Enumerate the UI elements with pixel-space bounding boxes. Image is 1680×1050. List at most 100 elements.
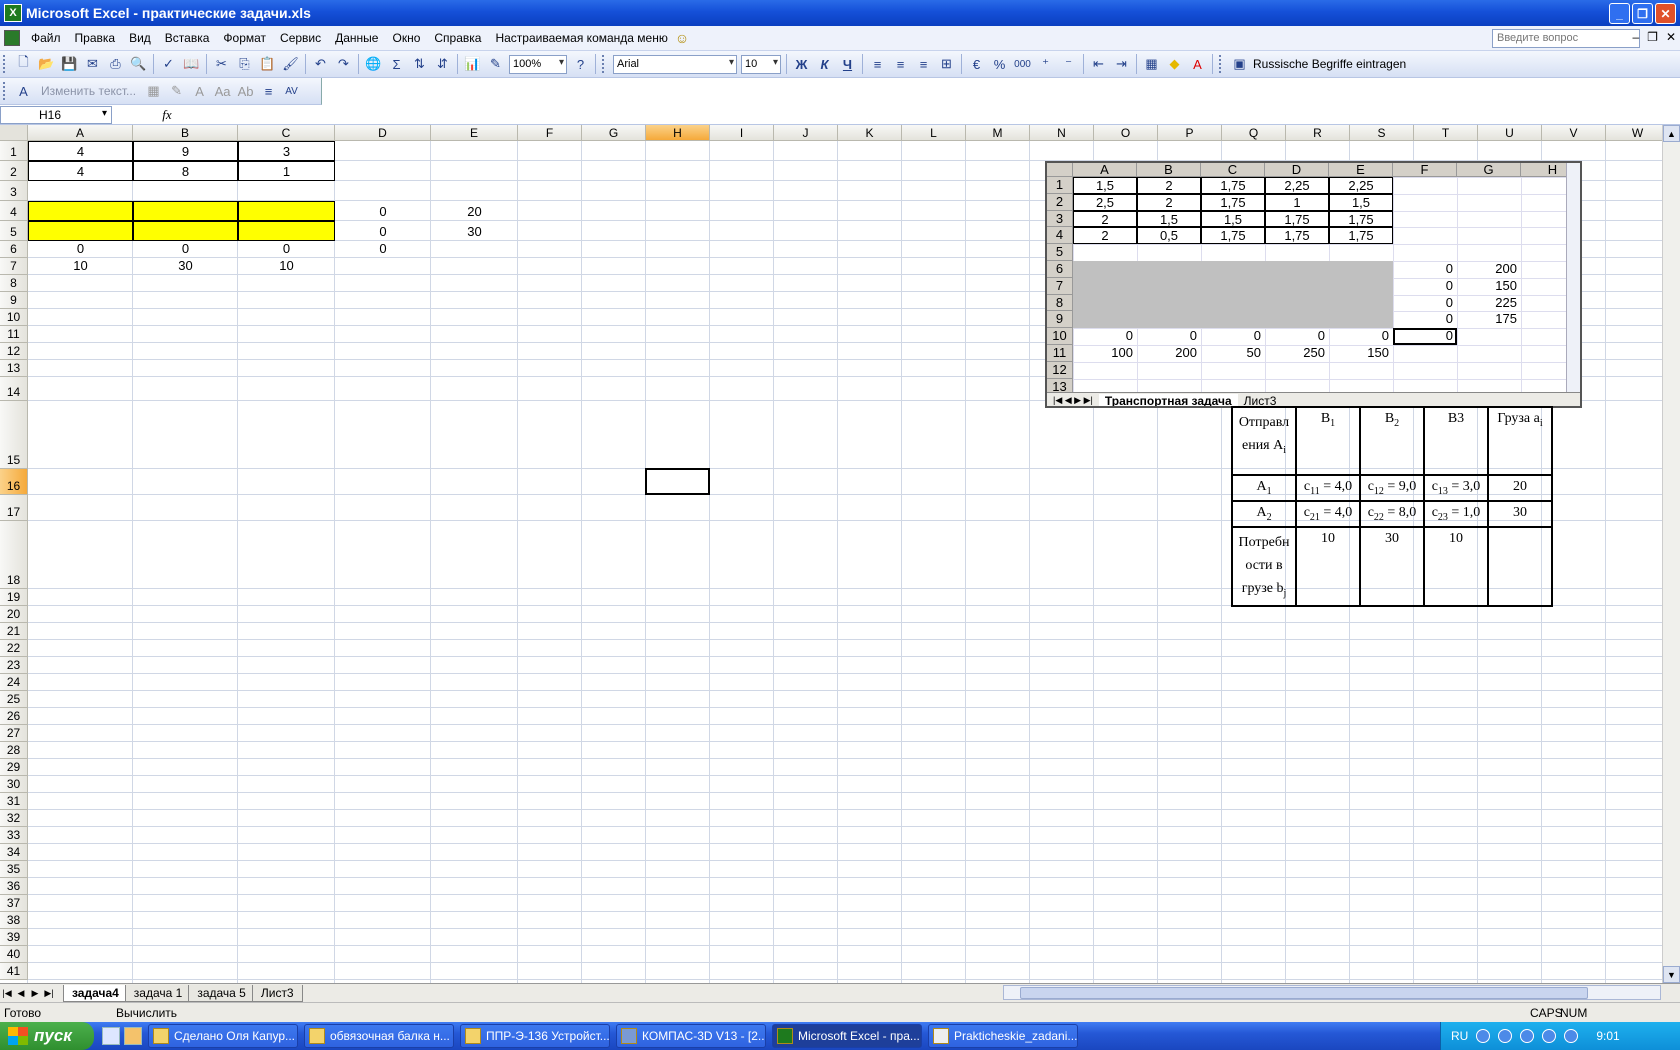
column-header-G[interactable]: G: [582, 125, 646, 141]
formula-input[interactable]: [182, 106, 1680, 124]
highlight-cell[interactable]: [238, 221, 335, 241]
cell-C6[interactable]: 0: [238, 241, 335, 257]
same-letter-heights-icon[interactable]: Aa: [211, 80, 234, 102]
print-preview-icon[interactable]: 🔍: [127, 53, 150, 75]
menu-file[interactable]: Файл: [24, 31, 68, 45]
cell-B6[interactable]: 0: [133, 241, 238, 257]
tab-list3[interactable]: Лист3: [251, 984, 303, 1002]
align-left-icon[interactable]: ≡: [866, 53, 889, 75]
last-sheet-icon[interactable]: ▶|: [42, 988, 56, 999]
tray-icon-5[interactable]: [1564, 1029, 1579, 1043]
wordart-gallery-icon[interactable]: ▦: [142, 80, 165, 102]
cell-C7[interactable]: 10: [238, 258, 335, 274]
column-header-T[interactable]: T: [1414, 125, 1478, 141]
column-header-C[interactable]: C: [238, 125, 335, 141]
restore-button[interactable]: ❐: [1632, 3, 1653, 24]
tab-zadacha5[interactable]: задача 5: [188, 984, 255, 1002]
highlight-cell[interactable]: [28, 201, 133, 221]
align-center-icon[interactable]: ≡: [889, 53, 912, 75]
row-header-28[interactable]: 28: [0, 742, 28, 759]
undo-icon[interactable]: ↶: [309, 53, 332, 75]
sort-desc-icon[interactable]: ⇵: [431, 53, 454, 75]
save-icon[interactable]: 💾: [58, 53, 81, 75]
toolbar-grip-4[interactable]: [3, 82, 7, 100]
column-header-V[interactable]: V: [1542, 125, 1606, 141]
highlight-cell[interactable]: [133, 201, 238, 221]
row-header-23[interactable]: 23: [0, 657, 28, 674]
column-header-Q[interactable]: Q: [1222, 125, 1286, 141]
cell-A6[interactable]: 0: [28, 241, 133, 257]
column-header-R[interactable]: R: [1286, 125, 1350, 141]
row-header-39[interactable]: 39: [0, 929, 28, 946]
highlight-cell[interactable]: [28, 221, 133, 241]
row-header-9[interactable]: 9: [0, 292, 28, 309]
embedded-tab-nav-icon[interactable]: |◀ ◀ ▶ ▶|: [1047, 395, 1099, 406]
percent-button[interactable]: %: [988, 53, 1011, 75]
cell-E5[interactable]: 30: [431, 224, 518, 240]
decrease-decimal-icon[interactable]: ⁻: [1057, 53, 1080, 75]
hyperlink-icon[interactable]: 🌐: [362, 53, 385, 75]
row-header-41[interactable]: 41: [0, 963, 28, 980]
column-header-A[interactable]: A: [28, 125, 133, 141]
insert-wordart-icon[interactable]: A: [12, 80, 35, 102]
row-header-38[interactable]: 38: [0, 912, 28, 929]
row-header-13[interactable]: 13: [0, 360, 28, 377]
redo-icon[interactable]: ↷: [332, 53, 355, 75]
task-folder-3[interactable]: ППР-Э-136 Устройст...: [460, 1024, 610, 1048]
cell-B2[interactable]: 8: [133, 164, 238, 180]
menu-data[interactable]: Данные: [328, 31, 385, 45]
doc-close-button[interactable]: ✕: [1666, 30, 1676, 44]
task-folder-1[interactable]: Сделано Оля Капур...: [148, 1024, 298, 1048]
column-header-E[interactable]: E: [431, 125, 518, 141]
research-icon[interactable]: 📖: [180, 53, 203, 75]
row-header-4[interactable]: 4: [0, 201, 28, 221]
toolbar-grip-3[interactable]: [1219, 55, 1223, 73]
row-header-5[interactable]: 5: [0, 221, 28, 241]
column-header-D[interactable]: D: [335, 125, 431, 141]
tab-zadacha4[interactable]: задача4: [63, 984, 128, 1002]
edit-text-button[interactable]: Изменить текст...: [35, 84, 142, 98]
highlight-cell[interactable]: [238, 201, 335, 221]
row-header-14[interactable]: 14: [0, 377, 28, 401]
autosum-icon[interactable]: Σ: [385, 53, 408, 75]
horizontal-scrollbar[interactable]: [1003, 985, 1661, 1000]
row-header-24[interactable]: 24: [0, 674, 28, 691]
vertical-text-icon[interactable]: Ab: [234, 80, 257, 102]
row-header-37[interactable]: 37: [0, 895, 28, 912]
row-header-16[interactable]: 16: [0, 469, 28, 495]
row-header-30[interactable]: 30: [0, 776, 28, 793]
macro-icon[interactable]: ▣: [1228, 53, 1251, 75]
zoom-select[interactable]: 100%: [509, 54, 567, 74]
italic-button[interactable]: К: [813, 53, 836, 75]
copy-icon[interactable]: ⎘: [233, 53, 256, 75]
row-header-10[interactable]: 10: [0, 309, 28, 326]
cell-D5[interactable]: 0: [335, 224, 431, 240]
menu-tools[interactable]: Сервис: [273, 31, 328, 45]
name-box[interactable]: H16: [0, 105, 112, 124]
sort-asc-icon[interactable]: ⇅: [408, 53, 431, 75]
cell-B1[interactable]: 9: [133, 144, 238, 160]
sheet-control-icon[interactable]: [4, 30, 20, 46]
column-header-N[interactable]: N: [1030, 125, 1094, 141]
tray-icon-2[interactable]: [1498, 1029, 1513, 1043]
column-header-B[interactable]: B: [133, 125, 238, 141]
row-header-15[interactable]: 15: [0, 401, 28, 469]
currency-icon[interactable]: €: [965, 53, 988, 75]
cell-A2[interactable]: 4: [28, 164, 133, 180]
task-word[interactable]: Prakticheskie_zadani...: [928, 1024, 1078, 1048]
row-header-17[interactable]: 17: [0, 495, 28, 521]
row-header-25[interactable]: 25: [0, 691, 28, 708]
embedded-workbook[interactable]: A B C D E F G H 1 2 3 4 5 6 7 8 9 10 11 12 13 1,5 2 1,75 2,25 2,2…: [1045, 161, 1582, 408]
row-header-7[interactable]: 7: [0, 258, 28, 275]
cell-E4[interactable]: 20: [431, 204, 518, 220]
toolbar-grip[interactable]: [3, 55, 7, 73]
column-header-W[interactable]: W: [1606, 125, 1662, 141]
open-icon[interactable]: 📂: [35, 53, 58, 75]
row-header-1[interactable]: 1: [0, 141, 28, 161]
row-header-3[interactable]: 3: [0, 181, 28, 201]
wordart-shape-icon[interactable]: A: [188, 80, 211, 102]
column-header-J[interactable]: J: [774, 125, 838, 141]
start-button[interactable]: пуск: [0, 1022, 94, 1050]
doc-minimize-button[interactable]: –: [1632, 30, 1639, 44]
column-header-K[interactable]: K: [838, 125, 902, 141]
